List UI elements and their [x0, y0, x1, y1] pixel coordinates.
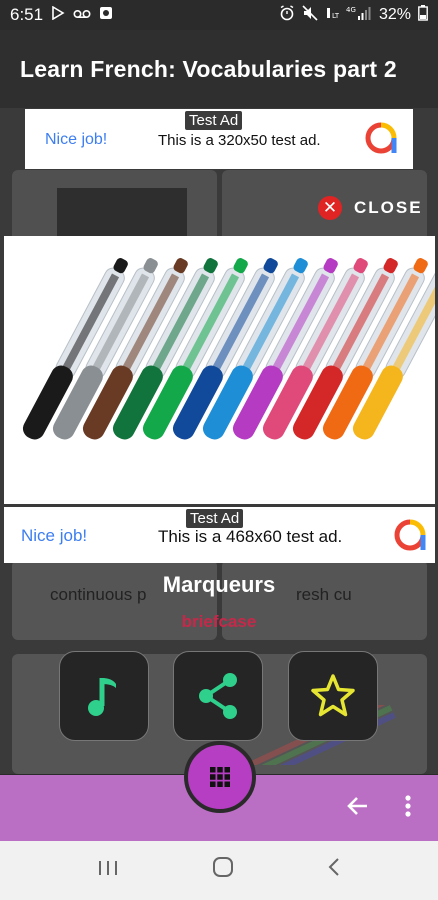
back-arrow-button[interactable] — [346, 794, 370, 825]
chevron-left-icon — [328, 858, 340, 876]
network-type-label: 4G — [346, 6, 356, 14]
battery-icon — [418, 4, 428, 26]
ad-logo-icon — [365, 122, 397, 154]
share-icon — [199, 673, 237, 719]
wifi-calling-icon: LTE — [325, 5, 344, 26]
ad-nice-text[interactable]: Nice job! — [21, 526, 87, 546]
ad-text: This is a 468x60 test ad. — [158, 527, 343, 546]
ad-logo-icon — [394, 519, 426, 551]
app-notification-icon — [99, 5, 113, 25]
music-note-icon — [88, 678, 116, 716]
battery-level: 32% — [378, 6, 411, 23]
close-icon[interactable]: ✕ — [318, 196, 342, 220]
star-icon — [311, 674, 355, 717]
ad-label: Test Ad — [185, 111, 243, 130]
grid-menu-button[interactable] — [184, 741, 256, 813]
vocabulary-image — [4, 236, 435, 504]
share-button[interactable] — [173, 651, 263, 741]
close-button[interactable]: ✕ CLOSE — [318, 196, 423, 220]
recent-apps-icon — [98, 860, 117, 875]
home-icon — [212, 857, 233, 877]
ad-nice-text[interactable]: Nice job! — [45, 131, 107, 149]
play-audio-button[interactable] — [59, 651, 149, 741]
page-title: Learn French: Vocabularies part 2 — [20, 55, 397, 82]
system-nav-bar — [0, 841, 438, 900]
recent-apps-button[interactable] — [97, 857, 119, 885]
close-label[interactable]: CLOSE — [354, 198, 423, 218]
signal-icon: 4G — [346, 5, 372, 26]
alarm-icon — [279, 4, 295, 26]
play-store-icon — [51, 5, 65, 25]
home-button[interactable] — [212, 856, 234, 885]
status-bar: 6:51 LTE 4G 32% — [0, 0, 438, 30]
app-bar: Learn French: Vocabularies part 2 — [0, 30, 438, 108]
back-button[interactable] — [327, 856, 341, 885]
grid-icon — [210, 767, 230, 787]
mute-icon — [302, 4, 318, 26]
more-vert-icon — [405, 795, 411, 817]
english-translation: briefcase — [181, 612, 257, 631]
ad-text: This is a 320x50 test ad. — [158, 132, 321, 149]
french-word: Marqueurs — [162, 572, 276, 597]
ad-label: Test Ad — [186, 509, 244, 528]
voicemail-icon — [73, 5, 91, 25]
arrow-left-icon — [347, 797, 367, 815]
status-time: 6:51 — [10, 5, 44, 24]
svg-text:LTE: LTE — [332, 12, 339, 20]
favorite-button[interactable] — [288, 651, 378, 741]
more-options-button[interactable] — [404, 794, 412, 818]
